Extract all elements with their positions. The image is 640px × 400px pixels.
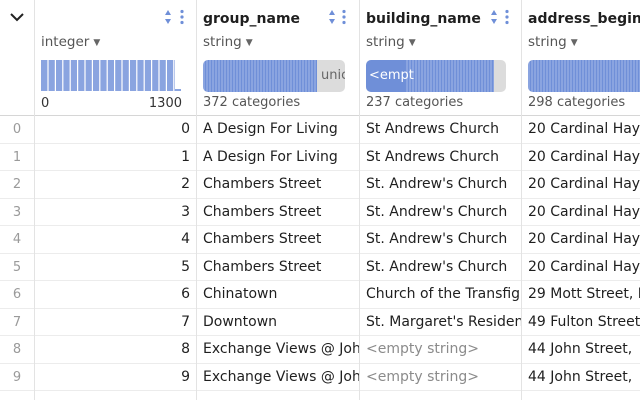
id-cell[interactable]: 6 (35, 281, 196, 309)
sort-icon[interactable] (490, 9, 498, 25)
building-name-cell[interactable]: St. Andrew's Church (360, 171, 521, 199)
row-index-cell[interactable]: 4 (0, 226, 34, 254)
kebab-menu-icon[interactable] (342, 9, 346, 25)
id-column: integer ▼ 0 1300 0123456789 (35, 0, 197, 400)
caret-down-icon: ▼ (93, 38, 101, 48)
group-name-cell[interactable]: Chambers Street (197, 254, 359, 281)
category-bar-label: unic (321, 68, 345, 83)
id-cell[interactable]: 1 (35, 144, 196, 171)
id-cell[interactable]: 2 (35, 171, 196, 199)
histogram[interactable] (41, 60, 181, 91)
address-cell[interactable]: 20 Cardinal Hayes (522, 226, 640, 254)
sort-icon[interactable] (328, 9, 336, 25)
category-bar-fill (406, 60, 494, 92)
category-bar-label: <empt (369, 68, 414, 83)
column-type-dropdown[interactable]: string ▼ (366, 34, 416, 50)
axis-max-label: 1300 (148, 96, 182, 111)
category-bar[interactable]: <empt (366, 60, 506, 92)
category-bar[interactable]: unic (203, 60, 345, 92)
category-count: 298 categories (528, 95, 626, 110)
group-name-cell[interactable]: Chambers Street (197, 171, 359, 199)
id-cell[interactable]: 7 (35, 309, 196, 336)
group-name-header: group_name string▼ unic 372 categories (197, 0, 359, 116)
caret-down-icon: ▼ (245, 38, 253, 48)
address-cell[interactable]: 49 Fulton Street, (522, 309, 640, 336)
building-name-cell[interactable]: <empty string> (360, 364, 521, 391)
column-type-label: integer (41, 34, 90, 50)
category-bar[interactable] (528, 60, 640, 92)
group-name-column: group_name string▼ unic 372 categories A… (197, 0, 360, 400)
id-cell[interactable]: 5 (35, 254, 196, 281)
id-cell[interactable]: 9 (35, 364, 196, 391)
address-cell[interactable]: 20 Cardinal Hayes (522, 171, 640, 199)
axis-min-label: 0 (41, 96, 50, 111)
caret-down-icon: ▼ (408, 38, 416, 48)
id-column-header: integer ▼ 0 1300 (35, 0, 196, 116)
caret-down-icon: ▼ (570, 38, 578, 48)
row-index-cell[interactable]: 5 (0, 254, 34, 281)
row-index-cell[interactable]: 2 (0, 171, 34, 199)
column-type-label: string (203, 34, 242, 50)
building-name-cell[interactable]: St. Andrew's Church (360, 254, 521, 281)
column-name[interactable]: building_name (366, 11, 481, 27)
id-cell[interactable]: 4 (35, 226, 196, 254)
address-cell[interactable]: 20 Cardinal Hayes (522, 116, 640, 144)
row-index-cell[interactable]: 1 (0, 144, 34, 171)
sort-icon[interactable] (164, 9, 172, 25)
group-name-cell[interactable]: Chinatown (197, 281, 359, 309)
column-name[interactable]: group_name (203, 11, 300, 27)
group-name-cell[interactable]: A Design For Living (197, 144, 359, 171)
index-header (0, 0, 34, 116)
address-column: address_begin… string▼ 298 categories 20… (522, 0, 640, 400)
row-index-cell[interactable]: 7 (0, 309, 34, 336)
address-cell[interactable]: 44 John Street, (522, 336, 640, 364)
address-cell[interactable]: 20 Cardinal Hayes (522, 144, 640, 171)
kebab-menu-icon[interactable] (180, 9, 184, 25)
column-type-label: string (366, 34, 405, 50)
row-index-cell[interactable]: 8 (0, 336, 34, 364)
building-name-cell[interactable]: <empty string> (360, 336, 521, 364)
building-name-header: building_name string ▼ <empt 237 categori… (360, 0, 521, 116)
group-name-cell[interactable]: Chambers Street (197, 226, 359, 254)
row-index-cell[interactable]: 6 (0, 281, 34, 309)
category-bar-fill (203, 60, 317, 92)
group-name-cell[interactable]: Downtown (197, 309, 359, 336)
id-cell[interactable]: 0 (35, 116, 196, 144)
building-name-cell[interactable]: St. Margaret's Residence (360, 309, 521, 336)
index-column: 0123456789 (0, 0, 35, 400)
group-name-cell[interactable]: Exchange Views @ John (197, 336, 359, 364)
row-index-cell[interactable]: 3 (0, 199, 34, 226)
building-name-cell[interactable]: St. Andrew's Church (360, 199, 521, 226)
row-index-cell[interactable]: 9 (0, 364, 34, 391)
group-name-cell[interactable]: A Design For Living (197, 116, 359, 144)
column-type-dropdown[interactable]: string ▼ (528, 34, 578, 50)
column-type-dropdown[interactable]: integer ▼ (41, 34, 100, 50)
address-cell[interactable]: 20 Cardinal Hayes (522, 254, 640, 281)
address-cell[interactable]: 44 John Street, (522, 364, 640, 391)
building-name-cell[interactable]: St Andrews Church (360, 116, 521, 144)
column-type-label: string (528, 34, 567, 50)
data-grid: 0123456789 integer ▼ 0 1300 0123456789 g… (0, 0, 640, 400)
column-type-dropdown[interactable]: string ▼ (203, 34, 253, 50)
category-count: 372 categories (203, 95, 301, 110)
kebab-menu-icon[interactable] (505, 9, 509, 25)
group-name-cell[interactable]: Chambers Street (197, 199, 359, 226)
chevron-down-icon[interactable] (10, 12, 24, 22)
address-header: address_begin… string▼ 298 categories (522, 0, 640, 116)
row-index-cell[interactable]: 0 (0, 116, 34, 144)
category-bar-fill (528, 60, 640, 92)
building-name-cell[interactable]: St Andrews Church (360, 144, 521, 171)
building-name-column: building_name string ▼ <empt 237 categori… (360, 0, 522, 400)
address-cell[interactable]: 20 Cardinal Hayes (522, 199, 640, 226)
id-cell[interactable]: 3 (35, 199, 196, 226)
building-name-cell[interactable]: St. Andrew's Church (360, 226, 521, 254)
group-name-cell[interactable]: Exchange Views @ John (197, 364, 359, 391)
id-cell[interactable]: 8 (35, 336, 196, 364)
building-name-cell[interactable]: Church of the Transfiguration (360, 281, 521, 309)
column-name[interactable]: address_begin… (528, 11, 640, 27)
category-count: 237 categories (366, 95, 464, 110)
address-cell[interactable]: 29 Mott Street, Ba (522, 281, 640, 309)
